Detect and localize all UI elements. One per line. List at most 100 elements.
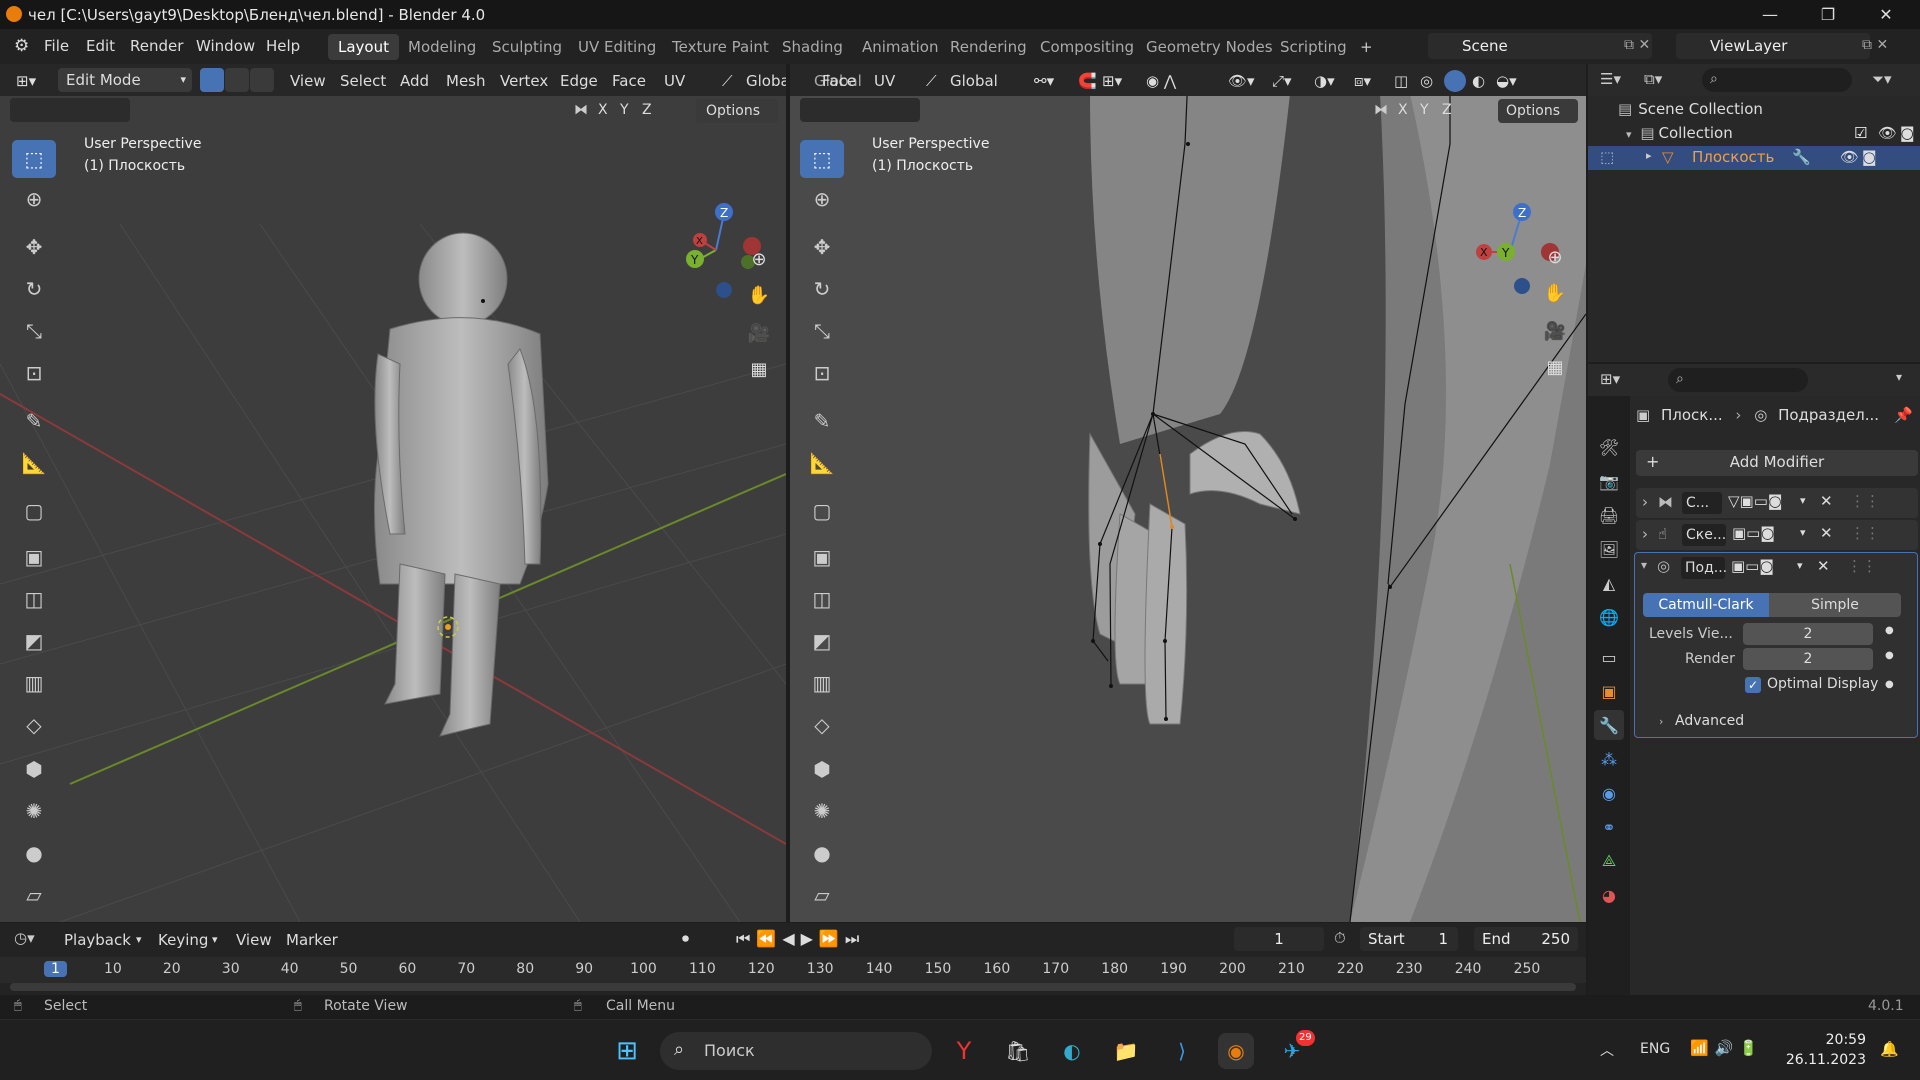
collection-tab-icon[interactable]: ▭ xyxy=(1594,642,1624,672)
modifier-toggles-icon[interactable]: ▣▭◙ xyxy=(1731,557,1774,575)
chevron-up-icon[interactable]: ︿ xyxy=(1600,1040,1614,1060)
collapse-icon[interactable]: ▾ xyxy=(1641,558,1647,572)
menu-uv-right[interactable]: UV xyxy=(870,69,899,93)
menu-edit[interactable]: Edit xyxy=(82,35,119,57)
tab-sculpting[interactable]: Sculpting xyxy=(482,34,572,60)
options-dropdown[interactable]: Options xyxy=(696,99,778,123)
chevron-down-icon[interactable]: ▾ xyxy=(1896,370,1902,384)
loop-cut-tool-icon[interactable]: ▥ xyxy=(800,664,844,702)
visibility-icon[interactable]: 👁▾ xyxy=(1224,69,1259,93)
microsoft-store-icon[interactable]: 🛍 xyxy=(1000,1033,1036,1069)
tab-animation[interactable]: Animation xyxy=(852,34,948,60)
viewport-right[interactable]: Global Face UV ⟋ Global ⚯▾ 🧲 ⊞▾ ◉ ⋀ 👁▾ ⤢… xyxy=(790,64,1586,922)
expand-icon[interactable]: ▾ xyxy=(1626,128,1632,141)
expand-icon[interactable]: ▸ xyxy=(1646,149,1652,162)
delete-modifier-icon[interactable]: ✕ xyxy=(1820,524,1833,542)
menu-view[interactable]: View xyxy=(286,69,330,93)
shear-tool-icon[interactable]: ▱ xyxy=(800,876,844,914)
edge-select-button[interactable] xyxy=(225,68,249,92)
rendered-shading-icon[interactable]: ◒▾ xyxy=(1492,69,1521,93)
gizmo-icon[interactable]: ⤢▾ xyxy=(1268,69,1296,93)
playback-controls[interactable]: ⏮⏪◀▶⏩⏭ xyxy=(736,929,865,949)
snap-icon[interactable]: 🧲 xyxy=(1074,69,1101,93)
mirror-x[interactable]: X xyxy=(1398,102,1408,118)
modifier-name-field[interactable]: Под... xyxy=(1681,557,1727,579)
outliner-search-input[interactable]: ⌕ xyxy=(1702,68,1852,92)
bevel-tool-icon[interactable]: ◩ xyxy=(12,622,56,660)
xray-icon[interactable]: ⧈▾ xyxy=(1350,69,1375,93)
chevron-down-icon[interactable]: ▾ xyxy=(1797,559,1803,572)
mirror-y[interactable]: Y xyxy=(620,102,629,118)
properties-search-input[interactable]: ⌕ xyxy=(1668,368,1808,392)
pan-hand-icon[interactable]: ✋ xyxy=(1538,276,1572,310)
cursor-tool-icon[interactable]: ⊕ xyxy=(800,180,844,218)
menu-select[interactable]: Select xyxy=(336,69,390,93)
menu-view[interactable]: View xyxy=(236,931,272,949)
menu-add[interactable]: Add xyxy=(396,69,433,93)
select-mode-toolbar[interactable] xyxy=(800,98,920,122)
filter-icon[interactable]: ⏷▾ xyxy=(1872,70,1892,88)
mirror-z[interactable]: Z xyxy=(1442,102,1452,118)
outliner-scene-collection[interactable]: ▤ Scene Collection xyxy=(1618,100,1763,118)
system-tray-icons[interactable]: 📶🔊🔋 xyxy=(1690,1039,1764,1057)
knife-tool-icon[interactable]: ◇ xyxy=(800,706,844,744)
mode-selector[interactable]: Edit Mode ▾ xyxy=(58,68,192,92)
proportional-edit-icon[interactable]: ◉ ⋀ xyxy=(1142,69,1180,93)
vertex-select-button[interactable] xyxy=(200,68,224,92)
viewport-left[interactable]: ⊞▾ Edit Mode ▾ View Select Add Mesh Vert… xyxy=(0,64,786,922)
camera-icon[interactable]: 🎥 xyxy=(742,316,776,350)
render-tab-icon[interactable]: 📷 xyxy=(1594,466,1624,496)
editor-type-icon[interactable]: ⊞▾ xyxy=(1600,370,1620,388)
grid-view-icon[interactable]: ▦ xyxy=(742,352,776,386)
camera-render-icon[interactable]: ◙ xyxy=(1862,148,1877,166)
timeline-scrollbar[interactable] xyxy=(10,983,1576,991)
pin-icon[interactable]: 📌 xyxy=(1894,406,1913,424)
tab-rendering[interactable]: Rendering xyxy=(940,34,1037,60)
taskbar-search[interactable]: ⌕ Поиск xyxy=(660,1032,932,1070)
transform-orientation-icon[interactable]: ⟋ xyxy=(718,69,737,93)
tab-texture-paint[interactable]: Texture Paint xyxy=(662,34,779,60)
maximize-icon[interactable]: ❐ xyxy=(1800,0,1856,29)
delete-modifier-icon[interactable]: ✕ xyxy=(1817,557,1830,575)
end-frame-field[interactable]: End 250 xyxy=(1474,927,1578,951)
add-workspace-button[interactable]: + xyxy=(1350,34,1383,60)
simple-button[interactable]: Simple xyxy=(1769,593,1901,617)
tab-compositing[interactable]: Compositing xyxy=(1030,34,1144,60)
view-layer-tab-icon[interactable]: 🖼 xyxy=(1594,534,1624,564)
measure-tool-icon[interactable]: 📐 xyxy=(12,444,56,482)
viewlayer-selector[interactable]: ViewLayer xyxy=(1676,33,1870,59)
close-icon[interactable]: ✕ xyxy=(1858,0,1914,29)
edge-browser-icon[interactable]: ◐ xyxy=(1054,1033,1090,1069)
particles-tab-icon[interactable]: ⁂ xyxy=(1594,744,1624,774)
new-scene-icon[interactable]: ⧉ ✕ xyxy=(1624,37,1650,53)
keyframe-dot-icon[interactable]: ● xyxy=(1885,650,1894,661)
menu-face[interactable]: Face xyxy=(608,69,650,93)
constraints-tab-icon[interactable]: ⚭ xyxy=(1594,812,1624,842)
annotate-tool-icon[interactable]: ✎ xyxy=(800,402,844,440)
editor-type-icon[interactable]: ⊞▾ xyxy=(12,69,40,93)
edit-mode-icon[interactable]: ⬚ xyxy=(1600,148,1614,166)
rotate-tool-icon[interactable]: ↻ xyxy=(12,270,56,308)
windows-start-icon[interactable]: ⊞ xyxy=(609,1033,645,1069)
editor-type-icon[interactable]: ☰▾ xyxy=(1600,70,1621,88)
menu-marker[interactable]: Marker xyxy=(286,931,338,949)
snap-target-icon[interactable]: ⊞▾ xyxy=(1098,69,1126,93)
eye-icon[interactable]: 👁 xyxy=(1840,148,1859,166)
advanced-section[interactable]: Advanced xyxy=(1675,713,1744,729)
modifier-tab-icon[interactable]: 🔧 xyxy=(1594,710,1624,740)
scene-selector[interactable]: Scene xyxy=(1428,33,1652,59)
object-tab-icon[interactable]: ▣ xyxy=(1594,676,1624,706)
wireframe-shading-icon[interactable]: ◎ xyxy=(1416,69,1437,93)
outliner-object-row[interactable]: ⬚ ▸ ▽ Плоскость 🔧 👁 ◙ xyxy=(1588,146,1920,170)
outliner-collection[interactable]: ▾ ▤ Collection ☑ 👁 ◙ xyxy=(1626,124,1916,142)
tab-scripting[interactable]: Scripting xyxy=(1270,34,1357,60)
vscode-icon[interactable]: ⟩ xyxy=(1164,1033,1200,1069)
render-levels-field[interactable]: 2 xyxy=(1743,648,1873,670)
pivot-icon[interactable]: ⚯▾ xyxy=(1030,69,1058,93)
chevron-down-icon[interactable]: ▾ xyxy=(1800,526,1806,539)
material-tab-icon[interactable]: ◕ xyxy=(1594,880,1624,910)
frame-ruler[interactable]: 1 10 20 30 40 50 60 70 80 90 100 110 120 130 140 150 160… xyxy=(0,957,1586,983)
move-tool-icon[interactable]: ✥ xyxy=(800,228,844,266)
grid-view-icon[interactable]: ▦ xyxy=(1538,350,1572,384)
transform-tool-icon[interactable]: ⊡ xyxy=(800,354,844,392)
